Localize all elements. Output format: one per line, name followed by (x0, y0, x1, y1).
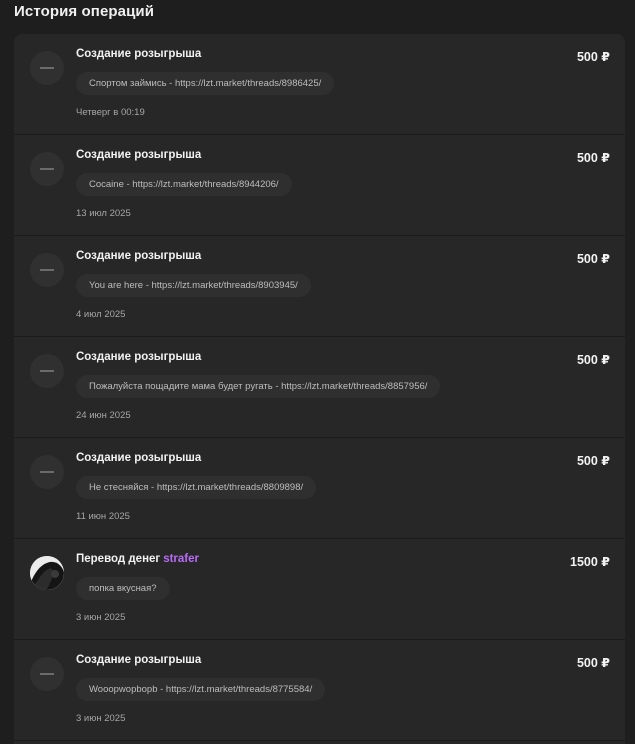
giveaway-icon (30, 152, 64, 186)
giveaway-icon (30, 455, 64, 489)
operation-date: Четверг в 00:19 (76, 107, 145, 118)
operation-title: Создание розыгрыша (76, 48, 202, 60)
user-link[interactable]: strafer (163, 553, 199, 565)
operation-amount: 500 ₽ (576, 353, 610, 367)
operation-item[interactable]: Создание розыгрыша 500 ₽ Не стесняйся - … (14, 438, 625, 539)
operation-date: 3 июн 2025 (76, 713, 126, 724)
operation-title: Создание розыгрыша (76, 452, 202, 464)
operation-comment: Wooopwopbopb - https://lzt.market/thread… (76, 678, 326, 701)
operation-date: 3 июн 2025 (76, 612, 126, 623)
operation-item[interactable]: Создание розыгрыша 500 ₽ You are here - … (14, 236, 625, 337)
operation-amount: 1500 ₽ (570, 555, 610, 569)
operation-amount: 500 ₽ (576, 151, 610, 165)
operation-item[interactable]: Создание розыгрыша 500 ₽ Спортом займись… (14, 34, 625, 135)
giveaway-icon (30, 354, 64, 388)
operation-date: 13 июл 2025 (76, 208, 131, 219)
page-title: История операций (14, 3, 155, 20)
operation-item[interactable]: Перевод денег strafer 1500 ₽ попка вкусна… (14, 539, 625, 640)
operation-title: Перевод денег strafer (76, 553, 200, 565)
operation-item[interactable]: Создание розыгрыша 500 ₽ Cocaine - https… (14, 135, 625, 236)
operation-item[interactable]: Создание розыгрыша 500 ₽ Пожалуйста поща… (14, 337, 625, 438)
operation-amount: 500 ₽ (576, 50, 610, 64)
operation-amount: 500 ₽ (576, 454, 610, 468)
operation-date: 24 июн 2025 (76, 410, 131, 421)
operation-title: Создание розыгрыша (76, 149, 202, 161)
operation-amount: 500 ₽ (576, 252, 610, 266)
operation-title: Создание розыгрыша (76, 654, 202, 666)
operation-comment: Не стесняйся - https://lzt.market/thread… (76, 476, 317, 499)
operations-list: Создание розыгрыша 500 ₽ Спортом займись… (14, 34, 625, 744)
operation-date: 11 июн 2025 (76, 511, 130, 522)
operation-title: Создание розыгрыша (76, 250, 202, 262)
operation-comment: попка вкусная? (76, 577, 170, 600)
operation-comment: Пожалуйста пощадите мама будет ругать - … (76, 375, 441, 398)
giveaway-icon (30, 253, 64, 287)
giveaway-icon (30, 51, 64, 85)
operation-comment: Спортом займись - https://lzt.market/thr… (76, 72, 335, 95)
giveaway-icon (30, 657, 64, 691)
operation-title: Создание розыгрыша (76, 351, 202, 363)
operation-item[interactable]: Создание розыгрыша 500 ₽ Wooopwopbopb - … (14, 640, 625, 741)
operation-amount: 500 ₽ (576, 656, 610, 670)
operation-comment: Cocaine - https://lzt.market/threads/894… (76, 173, 292, 196)
user-avatar[interactable] (30, 556, 64, 590)
operation-comment: You are here - https://lzt.market/thread… (76, 274, 311, 297)
operation-date: 4 июл 2025 (76, 309, 126, 320)
